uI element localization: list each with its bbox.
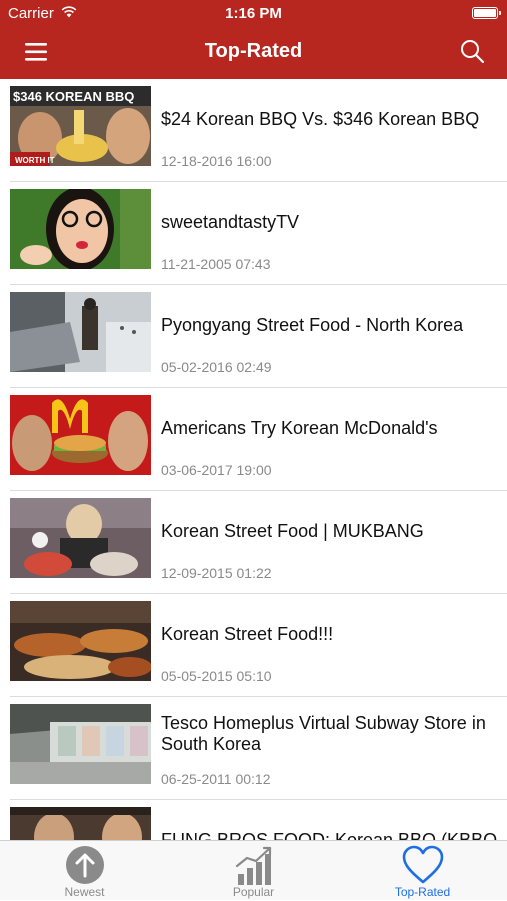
video-date: 05-02-2016 02:49 [161,359,272,375]
video-date: 12-09-2015 01:22 [161,565,272,581]
video-title: Tesco Homeplus Virtual Subway Store in S… [161,713,486,754]
bar-chart-trend-icon [235,846,272,885]
video-row[interactable]: FUNG BROS FOOD: Korean BBQ (KBBQ [0,800,507,840]
video-date: 03-06-2017 19:00 [161,462,272,478]
video-row[interactable]: sweetandtastyTV 11-21-2005 07:43 [0,182,507,285]
nav-bar: Top-Rated [0,28,507,79]
video-title: Korean Street Food | MUKBANG [161,521,424,541]
app-header: Carrier 1:16 PM Top-Rated [0,0,507,79]
video-title: FUNG BROS FOOD: Korean BBQ (KBBQ [161,830,497,840]
video-date: 05-05-2015 05:10 [161,668,272,684]
tab-label: Newest [64,885,105,899]
video-date: 06-25-2011 00:12 [161,771,271,787]
video-row[interactable]: Pyongyang Street Food - North Korea 05-0… [0,285,507,388]
tab-bar: Newest Popular Top-Rated [0,840,507,900]
menu-button[interactable] [19,38,53,66]
video-row[interactable]: Americans Try Korean McDonald's 03-06-20… [0,388,507,491]
video-row[interactable]: Korean Street Food!!! 05-05-2015 05:10 [0,594,507,697]
tab-newest[interactable]: Newest [0,841,169,901]
video-date: 11-21-2005 07:43 [161,256,271,272]
search-icon [461,40,485,64]
video-title: sweetandtastyTV [161,212,300,232]
tab-top-rated[interactable]: Top-Rated [338,841,507,901]
battery-icon [472,7,501,19]
video-thumbnail [10,807,151,840]
video-date: 12-18-2016 16:00 [161,153,272,169]
video-row[interactable]: Tesco Homeplus Virtual Subway Store in S… [0,697,507,800]
video-thumbnail [10,395,151,475]
video-thumbnail [10,704,151,784]
status-bar: Carrier 1:16 PM [0,0,507,28]
video-title: $24 Korean BBQ Vs. $346 Korean BBQ [161,109,480,129]
video-title: Americans Try Korean McDonald's [161,418,438,438]
video-thumbnail: WORTH IT $346 KOREAN BBQ [10,86,151,166]
status-time: 1:16 PM [225,5,282,22]
search-button[interactable] [457,36,489,68]
video-row[interactable]: Korean Street Food | MUKBANG 12-09-2015 … [0,491,507,594]
video-thumbnail [10,292,151,372]
page-title: Top-Rated [204,40,303,62]
thumbnail-badge: WORTH IT [15,156,55,165]
video-title: Pyongyang Street Food - North Korea [161,315,464,335]
tab-label: Popular [232,885,275,899]
hamburger-menu-icon [25,43,47,61]
video-thumbnail [10,498,151,578]
up-arrow-circle-icon [66,846,104,884]
video-title: Korean Street Food!!! [161,624,334,644]
heart-icon [402,845,444,884]
video-list[interactable]: WORTH IT $346 KOREAN BBQ $24 Korean BBQ … [0,79,507,840]
tab-label: Top-Rated [394,885,451,899]
video-thumbnail [10,189,151,269]
video-thumbnail [10,601,151,681]
thumbnail-caption: $346 KOREAN BBQ [13,89,134,104]
video-row[interactable]: WORTH IT $346 KOREAN BBQ $24 Korean BBQ … [0,79,507,182]
tab-popular[interactable]: Popular [169,841,338,901]
